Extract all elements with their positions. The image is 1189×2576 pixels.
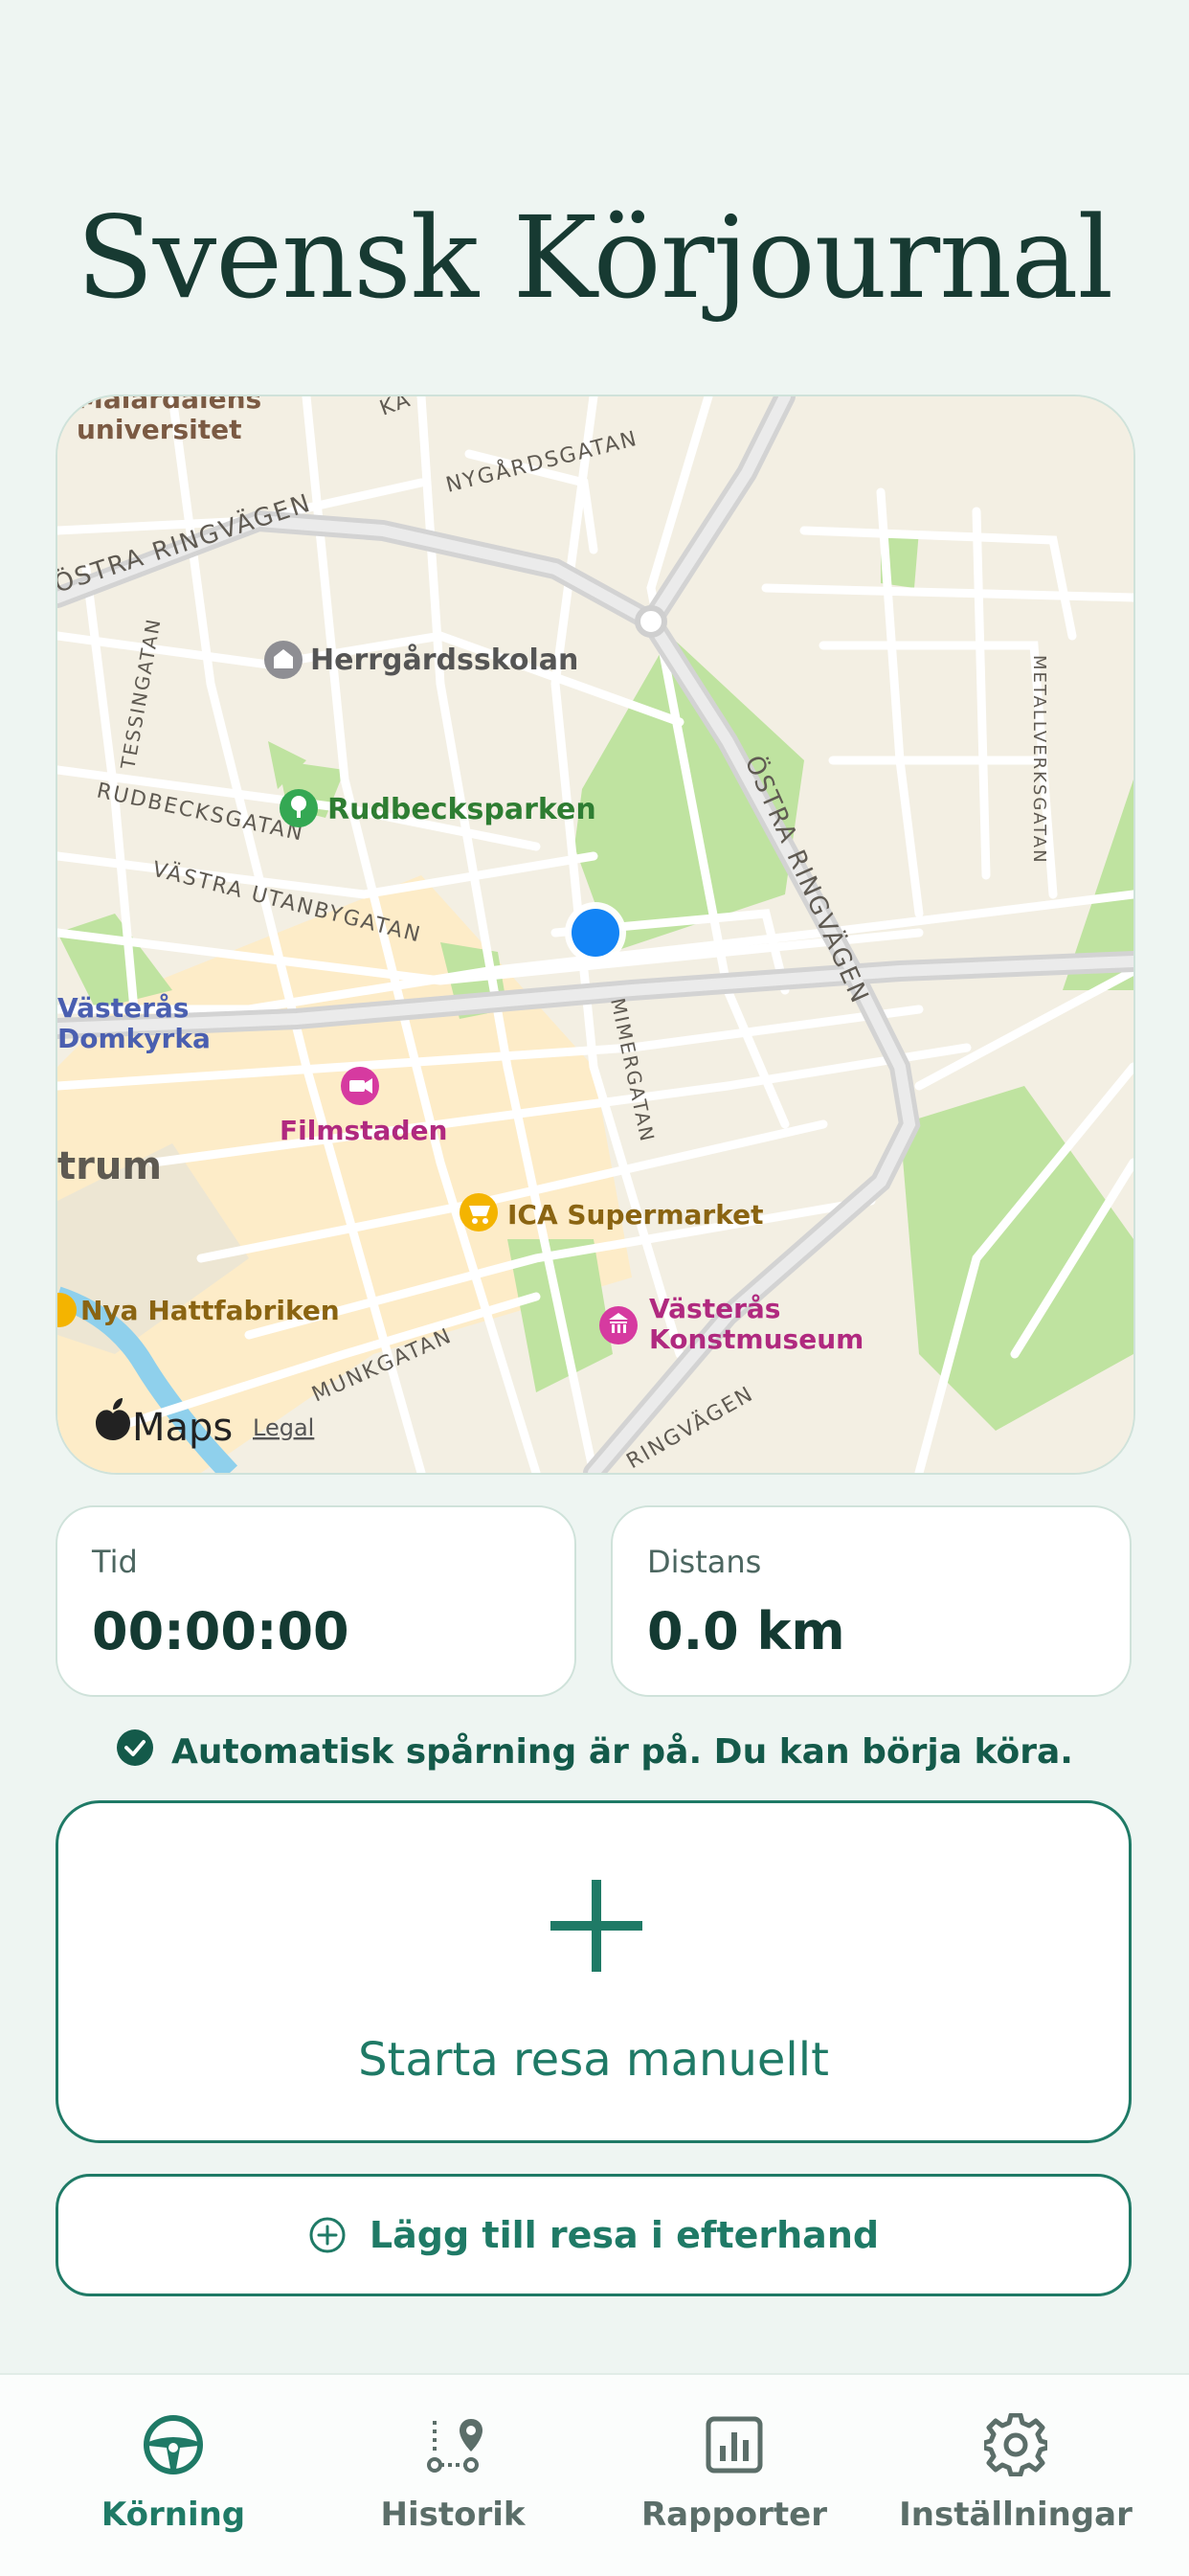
tracking-status: Automatisk spårning är på. Du kan börja … <box>0 1729 1189 1775</box>
district-label-centrum: trum <box>57 1144 162 1188</box>
gear-icon <box>867 2411 1164 2478</box>
tab-korning[interactable]: Körning <box>25 2411 322 2534</box>
steering-wheel-icon <box>25 2411 322 2478</box>
distance-card: Distans 0.0 km <box>611 1505 1132 1697</box>
map-view[interactable]: NYGÅRDSGATAN KA ÖSTRA RINGVÄGEN TESSINGA… <box>56 395 1135 1475</box>
chart-icon <box>586 2411 883 2478</box>
tab-rapporter[interactable]: Rapporter <box>586 2411 883 2534</box>
poi-rudbecksparken[interactable]: Rudbecksparken <box>280 789 596 827</box>
poi-label-hattfabriken: Nya Hattfabriken <box>80 1295 340 1326</box>
poi-label-domkyrka-line2: Domkyrka <box>57 1023 211 1054</box>
add-trip-afterwards-label: Lägg till resa i efterhand <box>369 2214 880 2256</box>
tab-historik-label: Historik <box>380 2496 526 2534</box>
tab-installningar-label: Inställningar <box>899 2496 1133 2534</box>
poi-label-ica: ICA Supermarket <box>507 1199 763 1231</box>
start-trip-manual-label: Starta resa manuellt <box>358 2033 829 2087</box>
poi-label-konstmuseum-line2: Konstmuseum <box>649 1323 864 1355</box>
poi-label-konstmuseum: Västerås <box>649 1293 780 1324</box>
poi-label-filmstaden: Filmstaden <box>280 1115 447 1146</box>
maps-brand-label: Maps <box>132 1406 233 1450</box>
poi-herrgardsskolan[interactable]: Herrgårdsskolan <box>264 641 578 679</box>
street-label-metallverksgatan: METALLVERKSGATAN <box>1029 655 1049 865</box>
time-value: 00:00:00 <box>92 1601 349 1661</box>
time-label: Tid <box>92 1544 138 1580</box>
time-card: Tid 00:00:00 <box>56 1505 576 1697</box>
start-trip-manual-button[interactable]: Starta resa manuellt <box>56 1800 1132 2143</box>
tracking-status-text: Automatisk spårning är på. Du kan börja … <box>171 1732 1073 1772</box>
map-canvas[interactable]: NYGÅRDSGATAN KA ÖSTRA RINGVÄGEN TESSINGA… <box>57 396 1133 1473</box>
current-location-marker <box>565 902 626 963</box>
tab-korning-label: Körning <box>101 2496 246 2534</box>
page-title: Svensk Körjournal <box>76 192 1113 324</box>
poi-label-rudbecksparken: Rudbecksparken <box>327 793 596 826</box>
poi-label-university: Mälardalens <box>77 396 261 415</box>
add-trip-afterwards-button[interactable]: Lägg till resa i efterhand <box>56 2174 1132 2296</box>
tab-bar: Körning Historik Rapporter Inställningar <box>0 2373 1189 2576</box>
distance-label: Distans <box>647 1544 762 1580</box>
tab-historik[interactable]: Historik <box>304 2411 601 2534</box>
plus-circle-icon <box>308 2216 347 2254</box>
roundabout <box>635 605 667 638</box>
plus-icon <box>550 1880 642 1976</box>
distance-value: 0.0 km <box>647 1601 845 1661</box>
tab-installningar[interactable]: Inställningar <box>867 2411 1164 2534</box>
poi-label-herrgardsskolan: Herrgårdsskolan <box>310 643 578 677</box>
route-icon <box>304 2411 601 2478</box>
poi-label-domkyrka: Västerås <box>57 992 189 1024</box>
poi-nya-hattfabriken[interactable]: Nya Hattfabriken <box>57 1293 340 1327</box>
tab-rapporter-label: Rapporter <box>640 2496 827 2534</box>
poi-label-university-line2: universitet <box>77 414 242 445</box>
check-circle-icon <box>116 1729 154 1775</box>
legal-link[interactable]: Legal <box>253 1414 314 1441</box>
